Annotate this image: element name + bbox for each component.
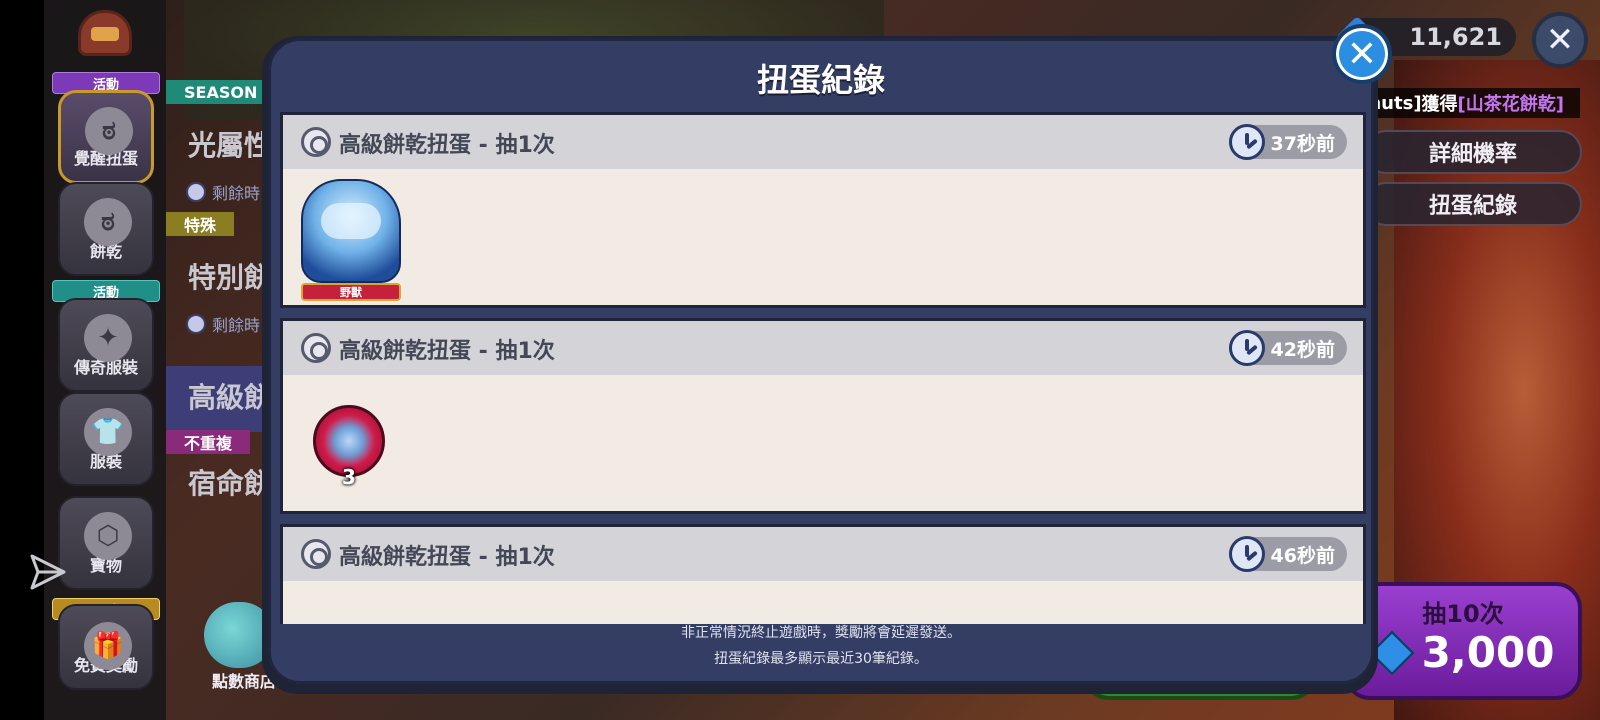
- sidebar-item-cookie[interactable]: ಠ 餅乾: [58, 182, 154, 276]
- special-tag: 特殊: [166, 212, 235, 236]
- sidebar-item-awakening-gacha[interactable]: ಠ 覺醒扭蛋: [58, 90, 154, 184]
- clock-icon: [186, 182, 206, 202]
- draw-10-price-value: 3,000: [1421, 628, 1555, 677]
- banner-title[interactable]: 高級餅: [188, 376, 272, 416]
- close-icon[interactable]: ✕: [1532, 12, 1588, 68]
- banner-timer-label: 剩餘時: [212, 184, 261, 203]
- shirt-icon: 👕: [84, 408, 132, 456]
- record-list[interactable]: 高級餅乾扭蛋 - 抽1次 37秒前 野獸 高級餅乾扭蛋 - 抽1次 42秒前 3: [280, 112, 1366, 624]
- footer-note: 非正常情況終止遊戲時，獎勵將會延遲發送。: [681, 625, 961, 641]
- record-item: 高級餅乾扭蛋 - 抽1次 46秒前: [280, 524, 1366, 624]
- draw-10-label: 抽10次: [1422, 600, 1504, 628]
- footer-note: 扭蛋紀錄最多顯示最近30筆紀錄。: [714, 651, 928, 667]
- modal-close-icon[interactable]: ✕: [1332, 24, 1392, 84]
- banner-title[interactable]: 宿命餅: [188, 462, 272, 502]
- modal-title: 扭蛋紀錄: [756, 61, 885, 99]
- record-header: 高級餅乾扭蛋 - 抽1次 46秒前: [283, 527, 1363, 581]
- clock-icon: [1228, 124, 1265, 160]
- sidebar-item-costume[interactable]: 👕 服裝: [58, 392, 154, 486]
- record-header: 高級餅乾扭蛋 - 抽1次 42秒前: [283, 321, 1363, 375]
- record-name: 高級餅乾扭蛋 - 抽1次: [339, 133, 555, 158]
- no-duplicate-tag: 不重複: [166, 430, 251, 454]
- sidebar-item-legendary-costume[interactable]: ✦ 傳奇服裝: [58, 298, 154, 392]
- notice-verb: 獲得: [1421, 94, 1458, 115]
- share-icon[interactable]: [28, 552, 68, 592]
- home-icon[interactable]: [78, 10, 132, 56]
- notice-item: [山茶花餅乾]: [1457, 94, 1564, 115]
- record-name: 高級餅乾扭蛋 - 抽1次: [339, 545, 555, 570]
- draw-10-button[interactable]: 抽10次 3,000: [1344, 582, 1582, 700]
- banner-timer: 剩餘時: [186, 312, 260, 336]
- gacha-swirl-icon: [301, 127, 331, 157]
- cookie-icon: ಠ: [84, 198, 132, 246]
- record-header: 高級餅乾扭蛋 - 抽1次 37秒前: [283, 115, 1363, 169]
- banner-list: SEASON 光屬性 剩餘時 特殊 特別餅 剩餘時 高級餅 不重複 宿命餅: [166, 80, 276, 520]
- gift-icon: 🎁: [84, 622, 132, 670]
- modal-footer: 非正常情況終止遊戲時，獎勵將會延遲發送。 扭蛋紀錄最多顯示最近30筆紀錄。: [268, 620, 1374, 672]
- reward-cookie-card[interactable]: 野獸: [291, 175, 411, 303]
- cookie-portrait: [301, 179, 401, 283]
- gacha-swirl-icon: [301, 539, 331, 569]
- record-time: 37秒前: [1228, 124, 1347, 160]
- record-item: 高級餅乾扭蛋 - 抽1次 37秒前 野獸: [280, 112, 1366, 308]
- gem-count: 11,621: [1409, 23, 1502, 51]
- record-item: 高級餅乾扭蛋 - 抽1次 42秒前 3: [280, 318, 1366, 514]
- gacha-swirl-icon: [301, 333, 331, 363]
- banner-title[interactable]: 特別餅: [188, 256, 272, 296]
- record-name: 高級餅乾扭蛋 - 抽1次: [339, 339, 555, 364]
- record-time: 46秒前: [1228, 536, 1347, 572]
- season-tag: SEASON: [166, 80, 276, 104]
- banner-timer: 剩餘時: [186, 180, 260, 204]
- record-time-label: 42秒前: [1270, 338, 1335, 361]
- soulstone-count: 3: [342, 465, 356, 489]
- record-time-label: 37秒前: [1270, 132, 1335, 155]
- banner-title[interactable]: 光屬性: [188, 124, 272, 164]
- gacha-history-button[interactable]: 扭蛋紀錄: [1364, 182, 1582, 226]
- costume-star-icon: ✦: [84, 314, 132, 362]
- record-time-label: 46秒前: [1270, 544, 1335, 567]
- detailed-rates-button[interactable]: 詳細機率: [1364, 130, 1582, 174]
- reward-soulstone[interactable]: 3: [309, 405, 389, 493]
- clock-icon: [1228, 536, 1265, 572]
- sidebar-item-treasure[interactable]: ⬡ 寶物: [58, 496, 154, 590]
- record-time: 42秒前: [1228, 330, 1347, 366]
- banner-timer-label: 剩餘時: [212, 316, 261, 335]
- draw-10-price: 3,000: [1348, 628, 1578, 677]
- sidebar-item-free-reward[interactable]: 🎁 免費獎勵: [58, 604, 154, 690]
- hexagon-icon: ⬡: [84, 512, 132, 560]
- clock-icon: [1228, 330, 1265, 366]
- cookie-rank-badge: 野獸: [301, 283, 401, 301]
- clock-icon: [186, 314, 206, 334]
- awakening-icon: ಠ: [85, 107, 133, 155]
